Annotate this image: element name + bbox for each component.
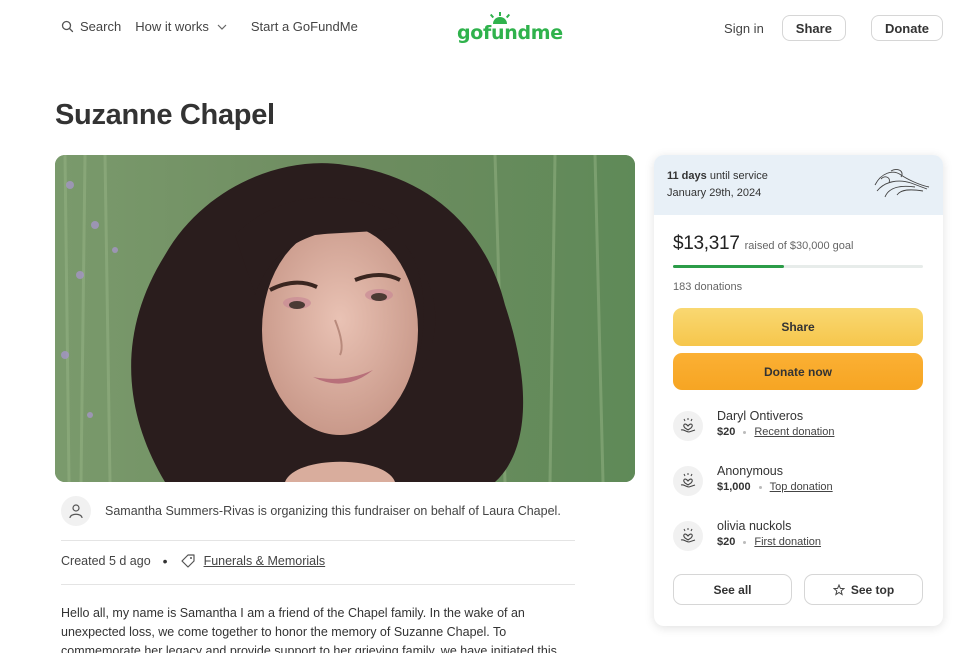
search-label: Search <box>80 19 122 34</box>
nav-right: Sign in Share Donate <box>724 15 943 41</box>
donation-card: 11 days until service January 29th, 2024… <box>654 155 943 626</box>
amount-raised: $13,317 <box>673 233 740 254</box>
donor-avatar <box>673 521 703 551</box>
donation-type-link[interactable]: Recent donation <box>754 426 834 438</box>
goal-text: raised of $30,000 goal <box>744 240 854 252</box>
days-count: 11 days <box>667 170 707 182</box>
donor-item: olivia nuckols $20 First donation <box>673 519 821 551</box>
site-header: Search How it works Start a GoFundMe gof… <box>0 0 980 56</box>
donor-name: Anonymous <box>717 464 784 478</box>
search-icon <box>61 20 74 33</box>
page-title: Suzanne Chapel <box>55 99 275 131</box>
divider <box>61 540 575 541</box>
donate-now-button[interactable]: Donate now <box>673 353 923 390</box>
how-it-works-label: How it works <box>135 19 209 34</box>
see-top-label: See top <box>850 582 895 597</box>
campaign-story: Hello all, my name is Samantha I am a fr… <box>61 606 557 653</box>
progress-fill <box>673 265 784 268</box>
logo-text: gofundme <box>457 22 563 44</box>
separator-dot <box>743 540 747 544</box>
sign-in-link[interactable]: Sign in <box>724 21 764 36</box>
user-icon <box>69 504 83 519</box>
separator-dot: • <box>162 553 168 569</box>
days-suffix: until service <box>706 170 768 182</box>
donation-type-link[interactable]: Top donation <box>770 481 833 493</box>
search-link[interactable]: Search <box>61 19 121 34</box>
heart-hand-icon <box>680 473 696 488</box>
donor-name: Daryl Ontiveros <box>717 409 804 423</box>
campaign-meta: Created 5 d ago • Funerals & Memorials <box>61 553 325 569</box>
organizer-info: Samantha Summers-Rivas is organizing thi… <box>61 496 561 526</box>
lily-flower-icon <box>874 168 930 198</box>
star-icon <box>832 583 845 596</box>
donor-item: Anonymous $1,000 Top donation <box>673 464 833 496</box>
progress-bar <box>673 265 923 268</box>
donor-avatar <box>673 411 703 441</box>
donations-count: 183 donations <box>673 281 743 293</box>
start-gofundme-link[interactable]: Start a GoFundMe <box>251 19 358 34</box>
donor-amount: $1,000 <box>717 481 751 493</box>
donor-amount: $20 <box>717 536 736 548</box>
donor-avatar <box>673 466 703 496</box>
heart-hand-icon <box>680 528 696 543</box>
service-banner: 11 days until service January 29th, 2024 <box>654 155 943 215</box>
category-link[interactable]: Funerals & Memorials <box>204 554 326 568</box>
header-share-button[interactable]: Share <box>781 15 846 41</box>
separator-dot <box>743 430 747 434</box>
heart-hand-icon <box>680 418 696 433</box>
chevron-down-icon <box>217 24 227 30</box>
nav-left: Search How it works Start a GoFundMe <box>61 19 358 34</box>
organizer-avatar <box>61 496 91 526</box>
share-button[interactable]: Share <box>673 308 923 346</box>
amount-raised-row: $13,317 raised of $30,000 goal <box>673 233 853 255</box>
donation-type-link[interactable]: First donation <box>754 536 821 548</box>
see-all-button[interactable]: See all <box>673 574 792 605</box>
how-it-works-menu[interactable]: How it works <box>135 19 227 34</box>
see-top-button[interactable]: See top <box>804 574 923 605</box>
hero-photo <box>55 155 635 482</box>
tag-icon <box>180 554 195 568</box>
gofundme-logo[interactable]: gofundme <box>457 12 563 44</box>
donor-item: Daryl Ontiveros $20 Recent donation <box>673 409 834 441</box>
donor-name: olivia nuckols <box>717 519 792 533</box>
header-donate-button[interactable]: Donate <box>870 15 943 41</box>
campaign-hero-image <box>55 155 635 482</box>
created-date: Created 5 d ago <box>61 554 151 568</box>
divider <box>61 584 575 585</box>
separator-dot <box>758 485 762 489</box>
start-gofundme-label: Start a GoFundMe <box>250 19 358 34</box>
organizer-text: Samantha Summers-Rivas is organizing thi… <box>105 504 561 518</box>
donor-amount: $20 <box>717 426 736 438</box>
